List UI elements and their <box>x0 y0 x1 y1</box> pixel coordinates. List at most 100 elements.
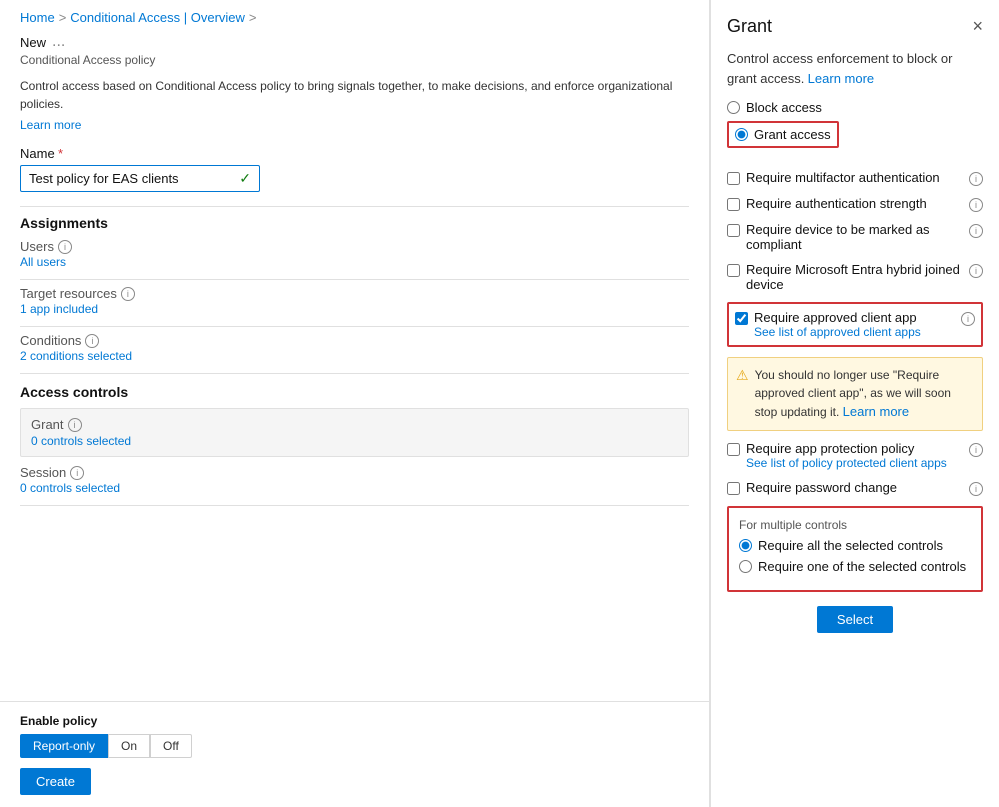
checkbox-auth-strength-label: Require authentication strength <box>746 196 927 211</box>
page-title-text: New <box>20 35 46 50</box>
approved-client-sublabel[interactable]: See list of approved client apps <box>754 325 955 339</box>
users-item: Users i All users <box>20 239 689 269</box>
page-subtitle: Conditional Access policy <box>20 53 689 67</box>
checkbox-app-protection-input[interactable] <box>727 443 740 456</box>
name-label: Name * <box>20 146 689 161</box>
breadcrumb-sep1: > <box>59 10 67 25</box>
target-resources-label: Target resources i <box>20 286 689 301</box>
toggle-on[interactable]: On <box>108 734 150 758</box>
users-label: Users i <box>20 239 689 254</box>
block-access-label: Block access <box>746 100 822 115</box>
checkbox-list: Require multifactor authentication i Req… <box>727 170 983 496</box>
block-access-radio[interactable] <box>727 101 740 114</box>
users-value[interactable]: All users <box>20 255 66 269</box>
checkbox-mfa-input[interactable] <box>727 172 740 185</box>
warning-text: You should no longer use "Require approv… <box>755 366 974 422</box>
checkbox-auth-strength-input[interactable] <box>727 198 740 211</box>
toggle-report-only[interactable]: Report-only <box>20 734 108 758</box>
create-button[interactable]: Create <box>20 768 91 795</box>
checkbox-compliant-input[interactable] <box>727 224 740 237</box>
grant-access-option[interactable]: Grant access <box>735 127 831 142</box>
conditions-value[interactable]: 2 conditions selected <box>20 349 132 363</box>
conditions-label: Conditions i <box>20 333 689 348</box>
warning-learn-more[interactable]: Learn more <box>843 404 909 419</box>
access-radio-group: Block access Grant access <box>727 100 983 158</box>
breadcrumb: Home > Conditional Access | Overview > <box>20 10 689 25</box>
grant-access-box: Grant access <box>727 121 839 148</box>
breadcrumb-home[interactable]: Home <box>20 10 55 25</box>
multiple-controls-box: For multiple controls Require all the se… <box>727 506 983 592</box>
breadcrumb-sep2: > <box>249 10 257 25</box>
checkbox-password-change-label: Require password change <box>746 480 897 495</box>
conditions-info-icon[interactable]: i <box>85 334 99 348</box>
page-title: New ... <box>20 33 689 51</box>
require-all-option[interactable]: Require all the selected controls <box>739 538 971 553</box>
name-input[interactable] <box>29 171 239 186</box>
checkbox-compliant-label: Require device to be marked as compliant <box>746 222 930 252</box>
grant-access-label: Grant access <box>754 127 831 142</box>
checkbox-app-protection: Require app protection policy See list o… <box>727 441 983 470</box>
grant-box-value: 0 controls selected <box>31 434 678 448</box>
grant-box-title: Grant i <box>31 417 678 432</box>
app-protection-sublabel[interactable]: See list of policy protected client apps <box>746 456 963 470</box>
select-button[interactable]: Select <box>817 606 893 633</box>
warning-icon: ⚠ <box>736 367 749 384</box>
target-resources-info-icon[interactable]: i <box>121 287 135 301</box>
mfa-info-icon[interactable]: i <box>969 172 983 186</box>
checkbox-password-change: Require password change i <box>727 480 983 496</box>
enable-policy-section: Enable policy Report-only On Off Create <box>0 701 709 807</box>
checkbox-compliant: Require device to be marked as compliant… <box>727 222 983 252</box>
approved-client-label: Require approved client app <box>754 310 917 325</box>
session-value[interactable]: 0 controls selected <box>20 481 120 495</box>
checkbox-hybrid-label: Require Microsoft Entra hybrid joined de… <box>746 262 960 292</box>
checkbox-approved-client-input[interactable] <box>735 312 748 325</box>
require-all-radio[interactable] <box>739 539 752 552</box>
warning-box: ⚠ You should no longer use "Require appr… <box>727 357 983 431</box>
multiple-controls-title: For multiple controls <box>739 518 971 532</box>
page-dots: ... <box>52 33 65 51</box>
checkbox-app-protection-wrap: Require app protection policy See list o… <box>746 441 963 470</box>
session-item: Session i 0 controls selected <box>20 465 689 495</box>
session-label: Session i <box>20 465 689 480</box>
panel-title: Grant <box>727 16 772 37</box>
breadcrumb-conditional-access[interactable]: Conditional Access | Overview <box>70 10 245 25</box>
target-resources-item: Target resources i 1 app included <box>20 286 689 316</box>
compliant-info-icon[interactable]: i <box>969 224 983 238</box>
access-controls-section: Access controls Grant i 0 controls selec… <box>20 384 689 506</box>
require-one-option[interactable]: Require one of the selected controls <box>739 559 971 574</box>
description-text: Control access based on Conditional Acce… <box>20 77 689 113</box>
block-access-option[interactable]: Block access <box>727 100 983 115</box>
grant-box[interactable]: Grant i 0 controls selected <box>20 408 689 457</box>
check-icon: ✓ <box>239 170 251 187</box>
panel-learn-more[interactable]: Learn more <box>808 71 874 86</box>
access-controls-title: Access controls <box>20 384 689 400</box>
learn-more-link[interactable]: Learn more <box>20 118 81 132</box>
checkbox-auth-strength-wrap: Require authentication strength <box>746 196 963 211</box>
approved-client-inner: Require approved client app See list of … <box>735 310 975 339</box>
conditions-item: Conditions i 2 conditions selected <box>20 333 689 363</box>
checkbox-hybrid: Require Microsoft Entra hybrid joined de… <box>727 262 983 292</box>
session-info-icon[interactable]: i <box>70 466 84 480</box>
checkbox-auth-strength: Require authentication strength i <box>727 196 983 212</box>
checkbox-hybrid-wrap: Require Microsoft Entra hybrid joined de… <box>746 262 963 292</box>
app-protection-info-icon[interactable]: i <box>969 443 983 457</box>
target-resources-value[interactable]: 1 app included <box>20 302 98 316</box>
left-panel: Home > Conditional Access | Overview > N… <box>0 0 710 807</box>
approved-client-info-icon[interactable]: i <box>961 312 975 326</box>
require-one-radio[interactable] <box>739 560 752 573</box>
users-info-icon[interactable]: i <box>58 240 72 254</box>
assignments-title: Assignments <box>20 215 689 231</box>
name-section: Name * ✓ <box>20 146 689 192</box>
require-one-label: Require one of the selected controls <box>758 559 966 574</box>
close-button[interactable]: × <box>972 16 983 37</box>
hybrid-info-icon[interactable]: i <box>969 264 983 278</box>
checkbox-password-change-wrap: Require password change <box>746 480 963 495</box>
checkbox-hybrid-input[interactable] <box>727 264 740 277</box>
auth-strength-info-icon[interactable]: i <box>969 198 983 212</box>
password-change-info-icon[interactable]: i <box>969 482 983 496</box>
toggle-off[interactable]: Off <box>150 734 192 758</box>
grant-info-icon[interactable]: i <box>68 418 82 432</box>
grant-access-radio[interactable] <box>735 128 748 141</box>
checkbox-password-change-input[interactable] <box>727 482 740 495</box>
checkbox-app-protection-label: Require app protection policy <box>746 441 914 456</box>
